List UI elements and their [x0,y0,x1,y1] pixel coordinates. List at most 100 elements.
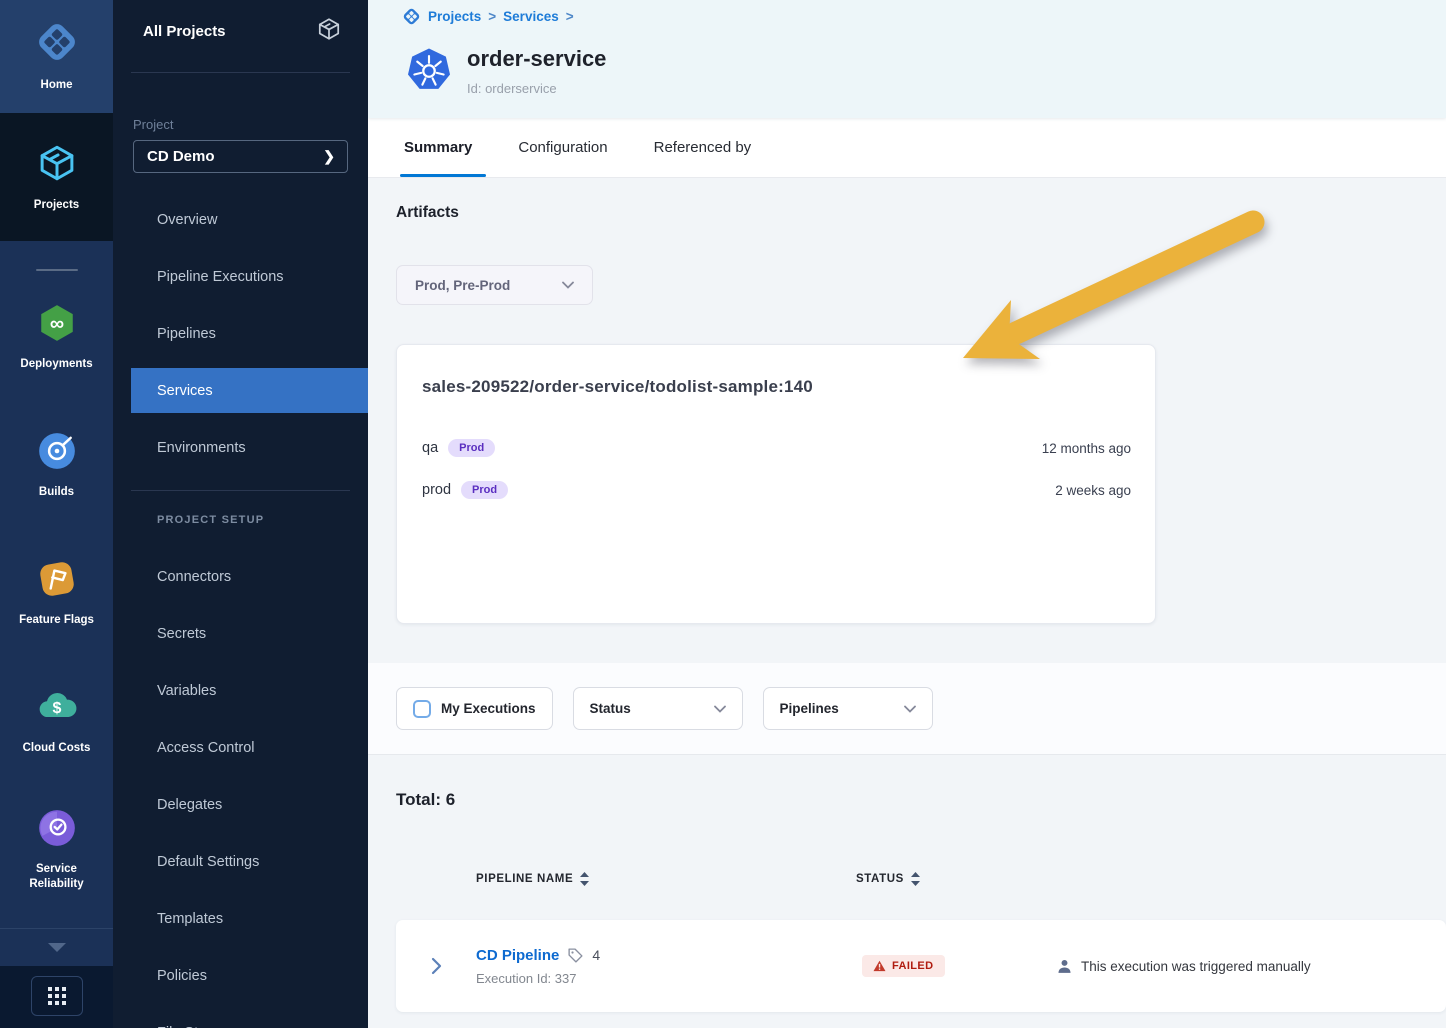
env-type-badge: Prod [461,481,508,499]
sidebar-item-overview[interactable]: Overview [113,191,368,248]
sidebar-item-delegates[interactable]: Delegates [113,776,368,833]
chevron-right-icon [431,957,442,975]
executions-table-header: PIPELINE NAME STATUS [396,872,1446,886]
environment-filter-dropdown[interactable]: Prod, Pre-Prod [396,265,593,305]
project-sidebar: All Projects Project CD Demo ❯ Overview … [113,0,368,1028]
status-filter-dropdown[interactable]: Status [573,687,743,730]
env-name: qa [422,440,438,456]
pipelines-filter-label: Pipelines [780,701,839,716]
sidebar-item-default-settings[interactable]: Default Settings [113,833,368,890]
chevron-down-icon [48,943,66,952]
sidebar-item-access-control[interactable]: Access Control [113,719,368,776]
svg-text:$: $ [52,700,61,717]
page-title: order-service [467,46,606,72]
rail-item-cloud-costs[interactable]: $ Cloud Costs [0,657,113,785]
service-header: Projects > Services > [368,0,1446,118]
status-text: FAILED [892,960,934,972]
sidebar-item-services[interactable]: Services [131,368,368,413]
rail-label-projects: Projects [34,198,79,213]
cloud-costs-icon: $ [35,686,79,733]
module-grid-button[interactable] [31,976,83,1016]
rail-label-feature-flags: Feature Flags [19,613,94,628]
rail-item-feature-flags[interactable]: Feature Flags [0,529,113,657]
sidebar-item-file-store[interactable]: File Store [113,1004,368,1028]
project-setup-label: PROJECT SETUP [113,491,368,548]
env-name: prod [422,482,451,498]
summary-content: Artifacts Prod, Pre-Prod sales-209522/or… [368,178,1446,1012]
main-area: Projects > Services > [368,0,1446,1028]
svg-text:∞: ∞ [49,313,63,335]
breadcrumb-services[interactable]: Services [503,9,559,24]
rail-divider [36,269,78,271]
sidebar-item-variables[interactable]: Variables [113,662,368,719]
my-executions-label: My Executions [441,701,536,716]
execution-row[interactable]: CD Pipeline 4 Execution Id: 337 [396,920,1446,1012]
tab-bar: Summary Configuration Referenced by [368,118,1446,178]
trigger-text: This execution was triggered manually [1081,959,1311,974]
sort-icon [911,872,920,886]
all-projects-label[interactable]: All Projects [143,23,226,40]
rail-label-deployments: Deployments [20,357,92,372]
sort-icon [580,872,589,886]
executions-filter-bar: My Executions Status Pipelines [368,663,1446,755]
sidebar-item-pipelines[interactable]: Pipelines [113,305,368,362]
feature-flags-icon [36,558,78,605]
tab-configuration[interactable]: Configuration [518,118,607,177]
chevron-down-icon [562,281,574,289]
env-timestamp: 2 weeks ago [1055,483,1131,498]
sidebar-item-policies[interactable]: Policies [113,947,368,1004]
chevron-right-icon: ❯ [323,148,335,165]
env-timestamp: 12 months ago [1042,441,1131,456]
project-selector[interactable]: CD Demo ❯ [133,140,348,173]
tab-referenced-by[interactable]: Referenced by [654,118,752,177]
breadcrumb: Projects > Services > [368,0,1446,26]
my-executions-checkbox[interactable] [413,700,431,718]
rail-collapse-band[interactable] [0,928,113,966]
column-header-status[interactable]: STATUS [856,872,1056,886]
rail-modules-section: ∞ Deployments Builds [0,241,113,928]
rail-label-cloud-costs: Cloud Costs [23,741,91,756]
deployments-icon: ∞ [36,302,78,349]
status-badge: FAILED [862,955,945,977]
pipeline-name-link[interactable]: CD Pipeline [476,947,559,964]
service-reliability-icon [36,807,78,854]
project-selector-value: CD Demo [147,148,215,165]
tag-icon [567,947,584,964]
kubernetes-icon [404,46,454,101]
breadcrumb-projects[interactable]: Projects [428,9,481,24]
rail-item-projects[interactable]: Projects [0,113,113,241]
breadcrumb-separator: > [566,9,574,24]
column-header-pipeline-name[interactable]: PIPELINE NAME [476,872,856,886]
sidebar-item-environments[interactable]: Environments [113,419,368,476]
artifact-card: sales-209522/order-service/todolist-samp… [396,344,1156,624]
user-icon [1056,958,1073,975]
status-filter-label: Status [590,701,631,716]
artifact-env-row: prod Prod 2 weeks ago [422,481,1131,499]
warning-triangle-icon [873,960,886,972]
tab-summary[interactable]: Summary [404,118,472,177]
artifact-env-row: qa Prod 12 months ago [422,439,1131,457]
sidebar-item-templates[interactable]: Templates [113,890,368,947]
sidebar-item-pipeline-executions[interactable]: Pipeline Executions [113,248,368,305]
harness-breadcrumb-icon [402,7,421,26]
harness-logo-icon [35,20,79,69]
environment-filter-value: Prod, Pre-Prod [415,278,510,293]
expand-row-button[interactable] [396,957,476,975]
rail-item-deployments[interactable]: ∞ Deployments [0,273,113,401]
my-executions-toggle[interactable]: My Executions [396,687,553,730]
env-type-badge: Prod [448,439,495,457]
rail-item-home[interactable]: Home [0,0,113,113]
all-projects-cube-icon[interactable] [316,16,342,47]
rail-bottom [0,966,113,1028]
sidebar-item-connectors[interactable]: Connectors [113,548,368,605]
rail-label-builds: Builds [39,485,74,500]
rail-label-service-reliability: ServiceReliability [29,862,83,892]
breadcrumb-separator: > [488,9,496,24]
pipelines-filter-dropdown[interactable]: Pipelines [763,687,933,730]
rail-item-service-reliability[interactable]: ServiceReliability [0,785,113,913]
sidebar-divider [131,72,350,73]
sidebar-item-secrets[interactable]: Secrets [113,605,368,662]
artifacts-heading: Artifacts [396,204,1446,222]
rail-item-builds[interactable]: Builds [0,401,113,529]
projects-cube-icon [36,142,78,189]
